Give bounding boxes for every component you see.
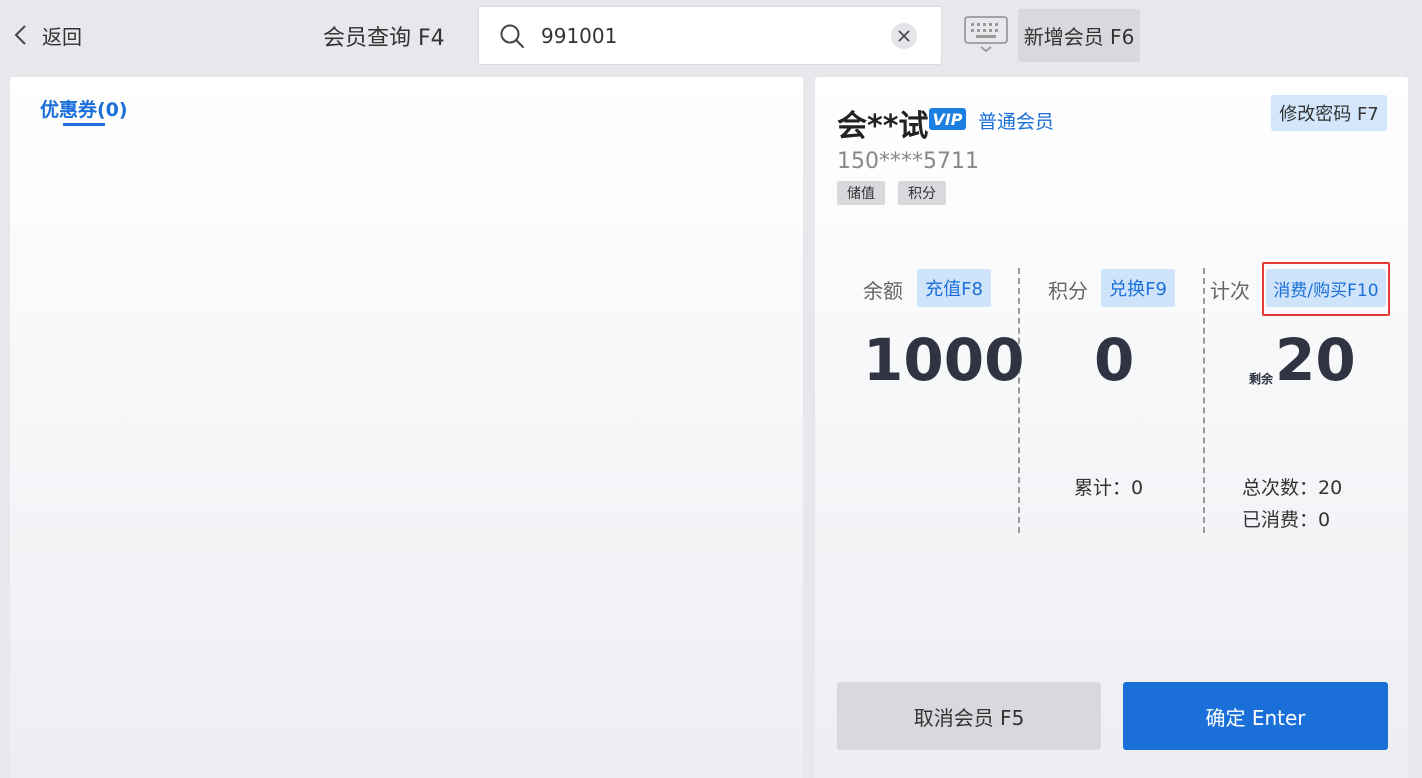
search-input[interactable] xyxy=(541,23,871,48)
count-value: 20 xyxy=(1275,326,1356,394)
confirm-button[interactable]: 确定 Enter xyxy=(1123,682,1388,750)
remain-label: 剩余 xyxy=(1249,372,1274,386)
points-label: 积分 xyxy=(1048,279,1088,303)
recharge-button[interactable]: 充值F8 xyxy=(917,269,991,307)
highlight-box xyxy=(1262,262,1390,316)
page-title: 会员查询 F4 xyxy=(323,26,445,51)
vip-badge: VIP xyxy=(929,108,966,130)
divider xyxy=(1018,268,1020,533)
tab-coupons[interactable]: 优惠券(0) xyxy=(40,95,128,122)
add-member-button[interactable]: 新增会员 F6 xyxy=(1018,9,1140,62)
count-used: 已消费：0 xyxy=(1242,509,1331,531)
keyboard-icon[interactable] xyxy=(963,15,1009,53)
balance-value: 1000 xyxy=(863,326,1025,394)
count-label: 计次 xyxy=(1210,279,1250,303)
points-total: 累计：0 xyxy=(1074,477,1144,499)
member-phone: 150****5711 xyxy=(837,149,979,174)
count-total: 总次数：20 xyxy=(1242,477,1343,499)
clear-icon[interactable] xyxy=(891,23,917,49)
chevron-left-icon xyxy=(14,25,26,45)
divider xyxy=(1203,268,1205,533)
change-password-button[interactable]: 修改密码 F7 xyxy=(1271,95,1387,131)
search-icon xyxy=(500,24,524,48)
back-label: 返回 xyxy=(42,24,82,49)
coupon-panel: 优惠券(0) xyxy=(10,77,803,778)
balance-label: 余额 xyxy=(863,279,903,303)
tag-points: 积分 xyxy=(898,181,946,205)
top-bar: 返回 会员查询 F4 新增会员 F6 xyxy=(0,0,1422,70)
back-button[interactable]: 返回 xyxy=(12,20,82,50)
tab-underline xyxy=(63,123,105,126)
member-level: 普通会员 xyxy=(978,111,1055,133)
cancel-member-button[interactable]: 取消会员 F5 xyxy=(837,682,1101,750)
redeem-button[interactable]: 兑换F9 xyxy=(1101,269,1175,307)
points-value: 0 xyxy=(1094,326,1135,394)
search-box[interactable] xyxy=(478,6,942,65)
member-panel: 会**试 VIP 普通会员 修改密码 F7 150****5711 储值 积分 … xyxy=(815,77,1408,778)
member-name: 会**试 xyxy=(837,109,929,144)
tag-stored-value: 储值 xyxy=(837,181,885,205)
